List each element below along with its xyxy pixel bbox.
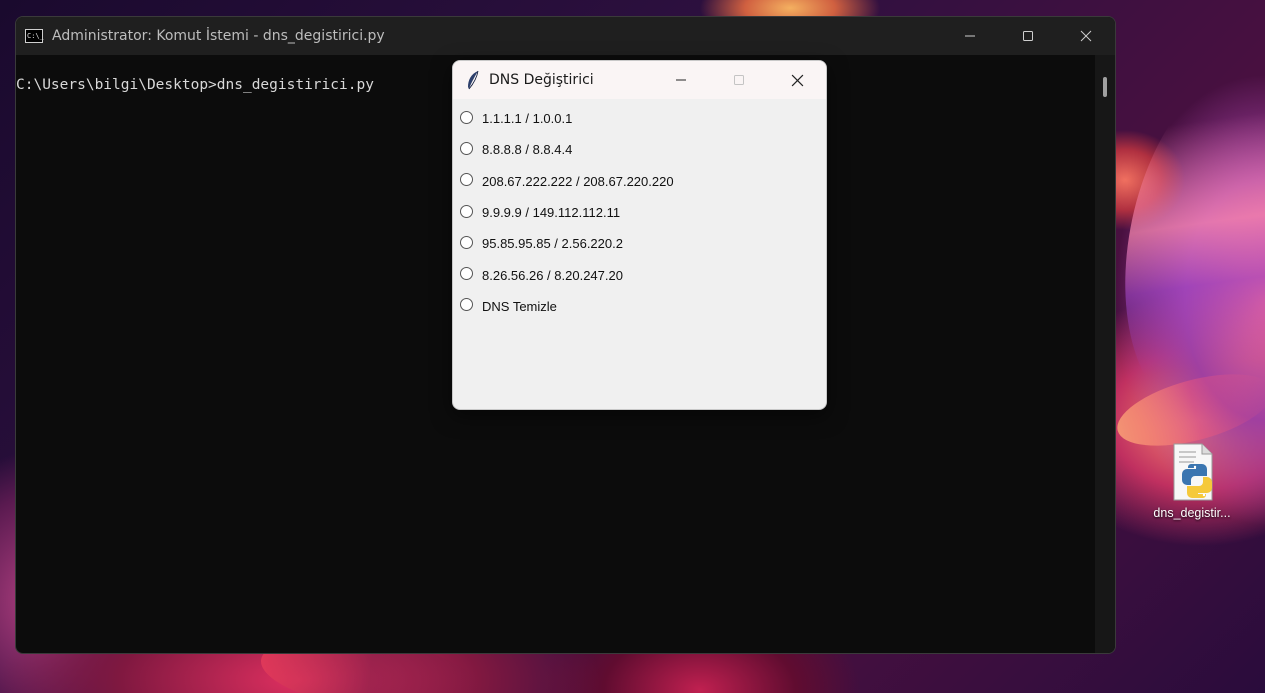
python-file-icon <box>1173 443 1213 501</box>
console-minimize-button[interactable] <box>941 17 999 55</box>
radio-label[interactable]: 1.1.1.1 / 1.0.0.1 <box>482 111 572 126</box>
radio-label[interactable]: 95.85.95.85 / 2.56.220.2 <box>482 236 623 251</box>
maximize-icon <box>1023 31 1033 41</box>
dialog-minimize-button[interactable] <box>652 61 710 99</box>
dns-option-list: 1.1.1.1 / 1.0.0.1 8.8.8.8 / 8.8.4.4 208.… <box>453 99 826 322</box>
dialog-title: DNS Değiştirici <box>489 72 594 88</box>
dns-option-cloudflare[interactable]: 1.1.1.1 / 1.0.0.1 <box>453 103 826 134</box>
dns-option-google[interactable]: 8.8.8.8 / 8.8.4.4 <box>453 134 826 165</box>
radio-button[interactable] <box>460 298 473 312</box>
dns-option-quad9[interactable]: 9.9.9.9 / 149.112.112.11 <box>453 197 826 228</box>
radio-button[interactable] <box>460 267 473 281</box>
radio-button[interactable] <box>460 110 473 124</box>
console-app-icon: C:\_ <box>25 29 44 43</box>
feather-icon <box>468 70 479 90</box>
close-icon <box>791 74 803 86</box>
radio-label[interactable]: 9.9.9.9 / 149.112.112.11 <box>482 205 620 220</box>
console-close-button[interactable] <box>1057 17 1115 55</box>
console-scrollbar[interactable] <box>1095 55 1115 653</box>
dialog-maximize-button <box>710 61 768 99</box>
desktop-file-label: dns_degistir... <box>1153 506 1231 520</box>
minimize-icon <box>965 35 975 37</box>
radio-button[interactable] <box>460 173 473 187</box>
desktop-file-icon[interactable]: dns_degistir... <box>1142 442 1242 532</box>
console-maximize-button[interactable] <box>999 17 1057 55</box>
radio-button[interactable] <box>460 141 473 155</box>
radio-button[interactable] <box>460 204 473 218</box>
radio-label[interactable]: 8.26.56.26 / 8.20.247.20 <box>482 268 623 283</box>
scrollbar-thumb[interactable] <box>1103 77 1107 97</box>
radio-button[interactable] <box>460 235 473 249</box>
radio-label[interactable]: 208.67.222.222 / 208.67.220.220 <box>482 174 674 189</box>
minimize-icon <box>676 79 686 81</box>
dns-option-comodo[interactable]: 8.26.56.26 / 8.20.247.20 <box>453 259 826 290</box>
dns-option-5[interactable]: 95.85.95.85 / 2.56.220.2 <box>453 228 826 259</box>
close-icon <box>1080 30 1092 42</box>
dns-dialog-window[interactable]: DNS Değiştirici 1.1.1.1 / 1.0.0.1 8.8.8.… <box>452 60 827 410</box>
maximize-icon <box>734 75 744 85</box>
radio-label[interactable]: DNS Temizle <box>482 299 557 314</box>
console-window-title: Administrator: Komut İstemi - dns_degist… <box>52 28 385 44</box>
dialog-titlebar[interactable]: DNS Değiştirici <box>453 61 826 99</box>
dialog-close-button[interactable] <box>768 61 826 99</box>
dns-option-flush[interactable]: DNS Temizle <box>453 291 826 322</box>
radio-label[interactable]: 8.8.8.8 / 8.8.4.4 <box>482 142 572 157</box>
dns-option-opendns[interactable]: 208.67.222.222 / 208.67.220.220 <box>453 166 826 197</box>
console-titlebar[interactable]: C:\_ Administrator: Komut İstemi - dns_d… <box>16 17 1115 55</box>
